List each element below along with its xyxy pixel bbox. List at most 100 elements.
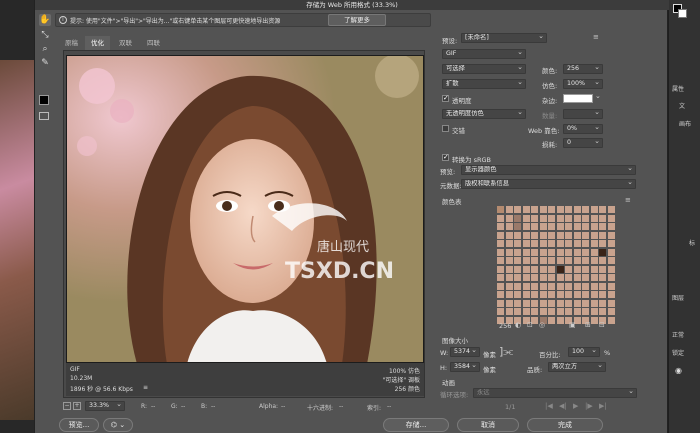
format-select[interactable]: GIF (442, 49, 526, 59)
color-table-swatch[interactable] (505, 291, 513, 298)
color-table-swatch[interactable] (599, 299, 606, 307)
color-table-swatch[interactable] (573, 291, 581, 298)
color-table-swatch[interactable] (497, 291, 504, 298)
color-table-swatch[interactable] (582, 282, 589, 290)
color-table-swatch[interactable] (548, 206, 555, 213)
color-table-swatch[interactable] (505, 265, 513, 273)
color-table-swatch[interactable] (590, 206, 598, 213)
color-table-swatch[interactable] (539, 240, 547, 247)
color-table-swatch[interactable] (556, 299, 564, 307)
color-table-swatch[interactable] (497, 223, 504, 230)
color-table-swatch[interactable] (522, 223, 530, 230)
color-table-swatch[interactable] (514, 223, 521, 230)
color-table-swatch[interactable] (522, 299, 530, 307)
cancel-button[interactable]: 取消 (457, 418, 519, 432)
color-table-swatch[interactable] (548, 265, 555, 273)
color-table-swatch[interactable] (548, 231, 555, 239)
color-table-swatch[interactable] (531, 308, 538, 315)
color-table-swatch[interactable] (539, 299, 547, 307)
color-table-swatch[interactable] (607, 206, 615, 213)
color-table-swatch[interactable] (539, 257, 547, 264)
color-table-swatch[interactable] (522, 291, 530, 298)
matte-color-swatch[interactable] (563, 94, 593, 103)
color-table-swatch[interactable] (548, 248, 555, 256)
eyedropper-color-swatch[interactable] (39, 95, 49, 105)
color-table-swatch[interactable] (548, 316, 555, 324)
color-table-swatch[interactable] (497, 248, 504, 256)
color-table-swatch[interactable] (531, 240, 538, 247)
color-table-swatch[interactable] (505, 248, 513, 256)
color-table-swatch[interactable] (590, 240, 598, 247)
loop-options-select[interactable]: 永远 (473, 388, 637, 398)
color-table-swatch[interactable] (607, 299, 615, 307)
color-table-swatch[interactable] (582, 291, 589, 298)
preview-button[interactable]: 预览... (59, 418, 99, 432)
color-table-swatch[interactable] (539, 214, 547, 222)
color-table-swatch[interactable] (573, 206, 581, 213)
color-table-swatch[interactable] (548, 299, 555, 307)
color-table-swatch[interactable] (539, 248, 547, 256)
color-table-swatch[interactable] (565, 240, 572, 247)
ps-panel-properties[interactable]: 属性 (672, 84, 684, 93)
preset-select[interactable]: [未命名] (461, 33, 547, 43)
color-table-swatch[interactable] (607, 316, 615, 324)
convert-srgb-checkbox[interactable] (442, 153, 449, 161)
palette-lock-icon[interactable]: ⊡ (527, 321, 533, 329)
color-table-swatch[interactable] (539, 291, 547, 298)
color-table-swatch[interactable] (497, 299, 504, 307)
optimize-menu-icon[interactable]: ≡ (593, 33, 599, 41)
color-table-swatch[interactable] (505, 299, 513, 307)
color-table-swatch[interactable] (573, 299, 581, 307)
color-table-swatch[interactable] (505, 240, 513, 247)
web-snap-select[interactable]: 0% (563, 124, 603, 134)
color-table-swatch[interactable] (522, 214, 530, 222)
dither-amount-select[interactable]: 100% (563, 79, 603, 89)
color-table-swatch[interactable] (607, 257, 615, 264)
color-table-swatch[interactable] (565, 265, 572, 273)
height-input[interactable]: 3584 (450, 362, 480, 372)
color-table-swatch[interactable] (514, 291, 521, 298)
slice-select-tool-icon[interactable]: ⤡ (39, 29, 51, 41)
color-table-swatch[interactable] (514, 282, 521, 290)
color-table-swatch[interactable] (505, 223, 513, 230)
color-table-swatch[interactable] (590, 231, 598, 239)
color-table-swatch[interactable] (607, 231, 615, 239)
color-table-swatch[interactable] (497, 308, 504, 315)
color-table-swatch[interactable] (531, 282, 538, 290)
color-table-swatch[interactable] (514, 231, 521, 239)
color-table-swatch[interactable] (565, 299, 572, 307)
color-table-swatch[interactable] (590, 265, 598, 273)
tab-optimized[interactable]: 优化 (85, 36, 110, 50)
zoom-select[interactable]: 33.3% (85, 401, 125, 411)
next-frame-icon[interactable]: |▶ (585, 402, 593, 410)
color-table-swatch[interactable] (599, 248, 606, 256)
palette-web-icon[interactable]: ◎ (539, 321, 545, 329)
color-table-swatch[interactable] (599, 308, 606, 315)
color-table-swatch[interactable] (565, 274, 572, 281)
download-speed-menu-icon[interactable]: ≡ (143, 384, 148, 391)
color-table-swatch[interactable] (522, 206, 530, 213)
zoom-out-icon[interactable]: − (63, 402, 71, 410)
color-table-swatch[interactable] (522, 231, 530, 239)
last-frame-icon[interactable]: ▶| (599, 402, 607, 410)
color-table-swatch[interactable] (582, 231, 589, 239)
lossy-select[interactable]: 0 (563, 138, 603, 148)
color-table-swatch[interactable] (565, 257, 572, 264)
color-table-swatch[interactable] (573, 274, 581, 281)
color-table-swatch[interactable] (556, 240, 564, 247)
color-table-swatch[interactable] (522, 274, 530, 281)
color-table-swatch[interactable] (582, 257, 589, 264)
color-table-swatch[interactable] (582, 308, 589, 315)
color-table-swatch[interactable] (607, 291, 615, 298)
color-table-swatch[interactable] (548, 291, 555, 298)
color-table-swatch[interactable] (548, 223, 555, 230)
color-table-swatch[interactable] (607, 214, 615, 222)
percent-input[interactable]: 100 (568, 347, 600, 357)
color-table-swatch[interactable] (565, 206, 572, 213)
color-table-swatch[interactable] (599, 291, 606, 298)
color-table-swatch[interactable] (599, 214, 606, 222)
color-table-swatch[interactable] (599, 240, 606, 247)
color-table-swatch[interactable] (505, 282, 513, 290)
color-table-swatch[interactable] (590, 214, 598, 222)
ps-blend-mode[interactable]: 正常 (672, 330, 684, 339)
